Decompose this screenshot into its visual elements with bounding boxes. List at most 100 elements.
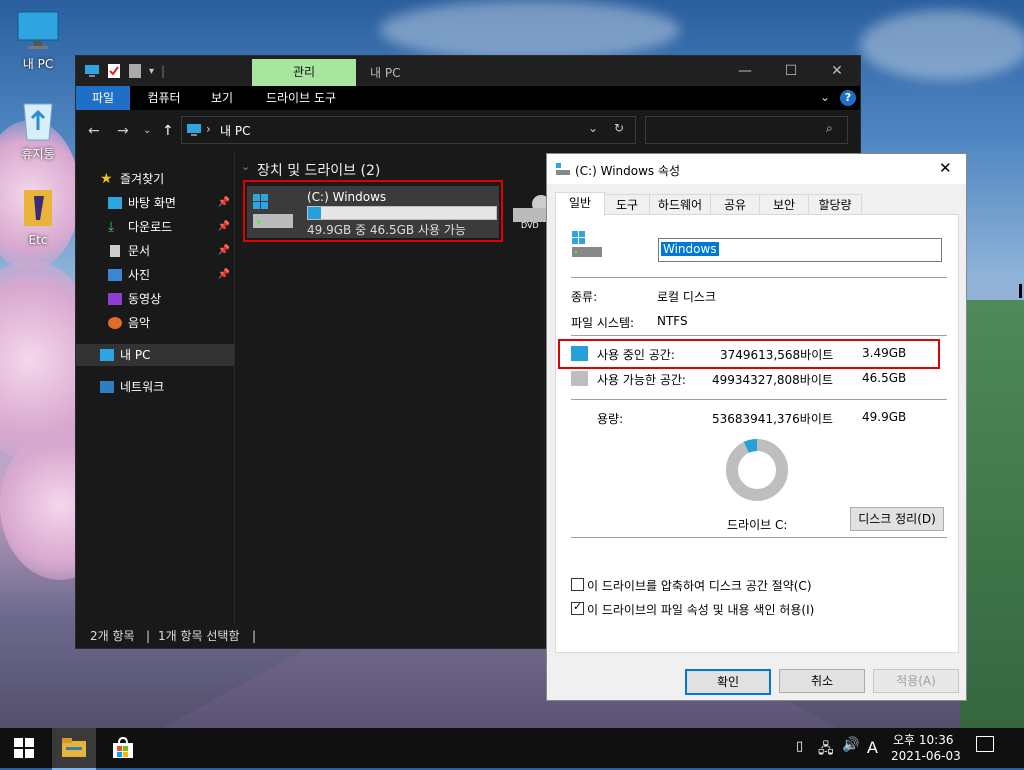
ime-indicator[interactable]: A <box>867 738 878 757</box>
breadcrumb[interactable]: 내 PC <box>220 122 250 139</box>
status-item-count: 2개 항목 <box>90 629 135 643</box>
status-divider: | <box>252 629 257 643</box>
free-space-bytes: 49934327,808바이트 <box>712 373 833 387</box>
cancel-button[interactable]: 취소 <box>779 669 865 693</box>
index-checkbox[interactable]: ✓ <box>571 600 584 615</box>
breadcrumb-separator: › <box>206 122 211 136</box>
tab-drive-tools[interactable]: 드라이브 도구 <box>256 86 346 110</box>
tab-file[interactable]: 파일 <box>76 86 130 110</box>
back-icon[interactable]: ← <box>88 123 100 139</box>
window-title: 내 PC <box>370 66 401 80</box>
desktop-icon-this-pc[interactable]: 내 PC <box>8 10 68 72</box>
monitor-icon <box>17 11 59 49</box>
desktop-icon <box>108 197 122 209</box>
address-bar-row: ← → ⌄ ↑ › 내 PC ⌄ ↻ ⌕ <box>76 110 860 152</box>
drive-icon <box>556 163 570 175</box>
sidebar-item-label: 바탕 화면 <box>128 196 176 210</box>
tab-security[interactable]: 보안 <box>759 194 809 215</box>
customize-toolbar-icon[interactable]: ▾ <box>149 66 154 77</box>
sidebar-item-desktop[interactable]: 바탕 화면 📌 <box>76 192 234 214</box>
forward-icon[interactable]: → <box>117 123 129 139</box>
ok-button[interactable]: 확인 <box>685 669 771 695</box>
tab-sharing[interactable]: 공유 <box>710 194 760 215</box>
start-icon[interactable] <box>14 738 34 758</box>
apply-button[interactable]: 적용(A) <box>873 669 959 693</box>
notification-icon[interactable] <box>976 736 994 752</box>
help-icon[interactable]: ? <box>840 90 856 106</box>
new-folder-icon[interactable] <box>128 63 142 79</box>
explorer-titlebar: ▾ | 관리 내 PC — ☐ ✕ <box>76 56 860 86</box>
download-icon: ⤓ <box>108 219 115 235</box>
clock-time[interactable]: 오후 10:36 <box>893 731 953 748</box>
store-icon[interactable] <box>112 737 134 759</box>
cursor-icon <box>1019 284 1022 298</box>
highlight-box <box>558 339 940 369</box>
pin-icon[interactable]: 📌 <box>218 264 230 286</box>
desktop-icon-etc[interactable]: Etc <box>8 186 68 247</box>
maximize-button[interactable]: ☐ <box>768 60 814 82</box>
dvd-label: DVD <box>521 221 539 230</box>
address-dropdown-icon[interactable]: ⌄ <box>588 121 598 135</box>
ribbon-expand-icon[interactable]: ⌄ <box>820 90 830 104</box>
checkmark-icon: ✓ <box>573 600 583 613</box>
tab-hardware[interactable]: 하드웨어 <box>649 194 711 215</box>
volume-icon[interactable]: 🔊 <box>842 737 859 753</box>
sidebar-item-label: 즐겨찾기 <box>120 172 165 186</box>
clock-date[interactable]: 2021-06-03 <box>891 749 961 763</box>
search-icon[interactable]: ⌕ <box>826 121 833 136</box>
compress-checkbox[interactable] <box>571 578 584 591</box>
drive-icon <box>572 231 602 257</box>
close-button[interactable]: ✕ <box>814 60 860 82</box>
desktop-icon-label: 내 PC <box>22 57 54 71</box>
quick-access-toolbar: ▾ | <box>84 63 165 79</box>
pin-icon[interactable]: 📌 <box>218 192 230 214</box>
tab-general[interactable]: 일반 <box>555 192 605 216</box>
network-tray-icon[interactable]: 🖧 <box>818 738 834 762</box>
refresh-icon[interactable]: ↻ <box>614 121 624 135</box>
pin-icon[interactable]: 📌 <box>218 216 230 238</box>
highlight-box <box>243 180 503 242</box>
dvd-drive-tile[interactable]: DVD <box>509 186 549 238</box>
sidebar-item-pictures[interactable]: 사진 📌 <box>76 264 234 286</box>
sidebar-item-documents[interactable]: 문서 📌 <box>76 240 234 262</box>
type-label: 종류: <box>571 290 598 304</box>
pictures-icon <box>108 269 122 281</box>
tab-computer[interactable]: 컴퓨터 <box>136 86 192 110</box>
document-icon <box>110 245 120 257</box>
compress-label[interactable]: 이 드라이브를 압축하여 디스크 공간 절약(C) <box>587 577 812 594</box>
usb-icon[interactable]: ▯ <box>796 739 803 754</box>
minimize-button[interactable]: — <box>722 60 768 82</box>
filesystem-value: NTFS <box>657 314 688 328</box>
desktop-icon-recycle-bin[interactable]: 휴지통 <box>8 98 68 162</box>
status-divider: | <box>146 629 151 643</box>
sidebar-item-downloads[interactable]: ⤓ 다운로드 📌 <box>76 216 234 238</box>
tab-quota[interactable]: 할당량 <box>808 194 862 215</box>
sidebar-item-videos[interactable]: 동영상 <box>76 288 234 310</box>
group-collapse-icon[interactable]: ⌄ <box>241 160 250 173</box>
disk-cleanup-button[interactable]: 디스크 정리(D) <box>850 507 944 531</box>
type-value: 로컬 디스크 <box>657 290 717 304</box>
divider <box>571 537 947 538</box>
tab-view[interactable]: 보기 <box>200 86 244 110</box>
address-input[interactable]: › 내 PC ⌄ ↻ <box>181 116 636 144</box>
pin-icon[interactable]: 📌 <box>218 240 230 262</box>
drive-name-input[interactable]: Windows <box>658 238 942 262</box>
recent-locations-icon[interactable]: ⌄ <box>143 125 151 136</box>
search-input[interactable]: ⌕ <box>645 116 848 144</box>
sidebar-item-quick-access[interactable]: ★ 즐겨찾기 <box>76 168 234 190</box>
up-icon[interactable]: ↑ <box>162 123 174 139</box>
sidebar-item-music[interactable]: 음악 <box>76 312 234 334</box>
capacity-size: 49.9GB <box>862 410 907 424</box>
properties-icon[interactable] <box>107 63 121 79</box>
tab-tools[interactable]: 도구 <box>604 194 650 215</box>
dialog-close-button[interactable]: ✕ <box>939 159 952 177</box>
dialog-title: (C:) Windows 속성 <box>575 164 681 178</box>
index-label[interactable]: 이 드라이브의 파일 속성 및 내용 색인 허용(I) <box>587 601 814 618</box>
taskbar-explorer-button[interactable] <box>52 728 96 770</box>
monitor-icon <box>100 349 114 361</box>
sidebar-item-network[interactable]: 네트워크 <box>76 376 234 398</box>
tab-manage[interactable]: 관리 <box>252 59 356 86</box>
group-header[interactable]: 장치 및 드라이브 (2) <box>257 160 380 180</box>
free-space-size: 46.5GB <box>862 371 907 385</box>
sidebar-item-this-pc[interactable]: 내 PC <box>76 344 234 366</box>
